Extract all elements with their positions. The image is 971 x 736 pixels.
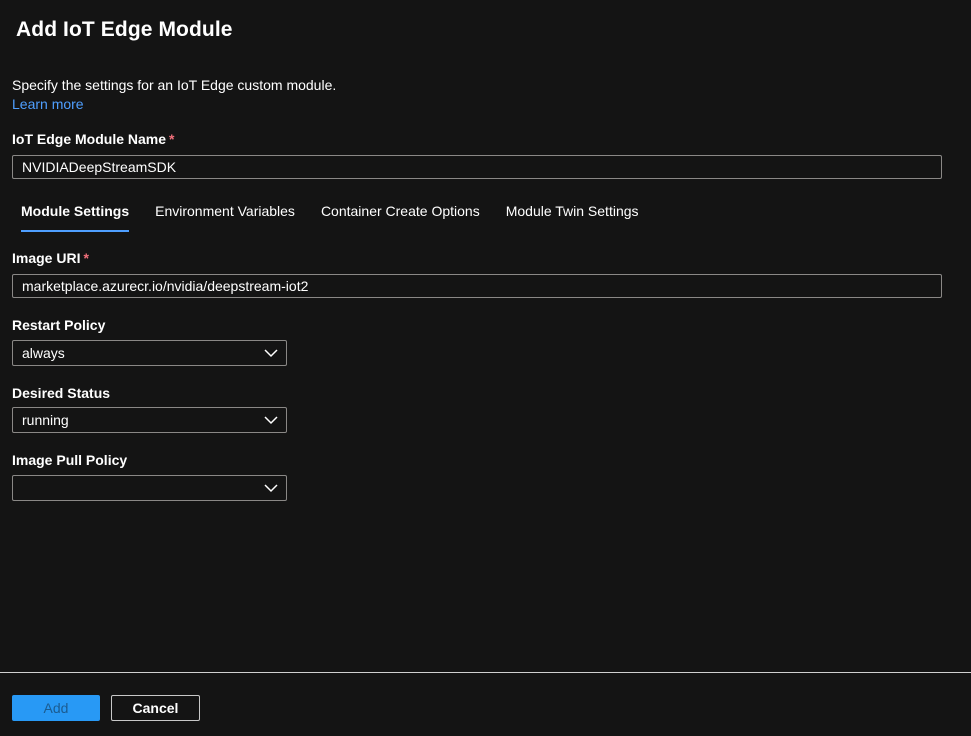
footer-divider xyxy=(0,672,971,673)
image-uri-input[interactable] xyxy=(12,274,942,298)
page-title: Add IoT Edge Module xyxy=(16,18,233,41)
module-name-input[interactable] xyxy=(12,155,942,179)
restart-policy-label: Restart Policy xyxy=(12,317,106,333)
chevron-down-icon xyxy=(264,484,278,493)
module-name-label: IoT Edge Module Name * xyxy=(12,131,174,147)
desired-status-value: running xyxy=(22,412,69,428)
learn-more-link[interactable]: Learn more xyxy=(12,96,84,112)
tab-module-settings[interactable]: Module Settings xyxy=(12,196,138,232)
module-name-label-text: IoT Edge Module Name xyxy=(12,131,167,147)
image-uri-label: Image URI * xyxy=(12,250,89,266)
tab-module-twin-settings[interactable]: Module Twin Settings xyxy=(497,196,648,232)
settings-tabs: Module Settings Environment Variables Co… xyxy=(12,196,656,232)
tab-environment-variables[interactable]: Environment Variables xyxy=(146,196,304,232)
restart-policy-dropdown[interactable]: always xyxy=(12,340,287,366)
desired-status-dropdown[interactable]: running xyxy=(12,407,287,433)
add-iot-edge-module-panel: Add IoT Edge Module Specify the settings… xyxy=(0,0,971,736)
chevron-down-icon xyxy=(264,349,278,358)
desired-status-label: Desired Status xyxy=(12,385,111,401)
required-marker: * xyxy=(169,131,175,147)
add-button[interactable]: Add xyxy=(12,695,100,721)
description-text: Specify the settings for an IoT Edge cus… xyxy=(12,77,337,93)
chevron-down-icon xyxy=(264,416,278,425)
cancel-button[interactable]: Cancel xyxy=(111,695,200,721)
image-pull-policy-dropdown[interactable] xyxy=(12,475,287,501)
image-pull-policy-label: Image Pull Policy xyxy=(12,452,128,468)
image-uri-label-text: Image URI xyxy=(12,250,81,266)
required-marker: * xyxy=(83,250,89,266)
tab-container-create-options[interactable]: Container Create Options xyxy=(312,196,489,232)
restart-policy-value: always xyxy=(22,345,65,361)
